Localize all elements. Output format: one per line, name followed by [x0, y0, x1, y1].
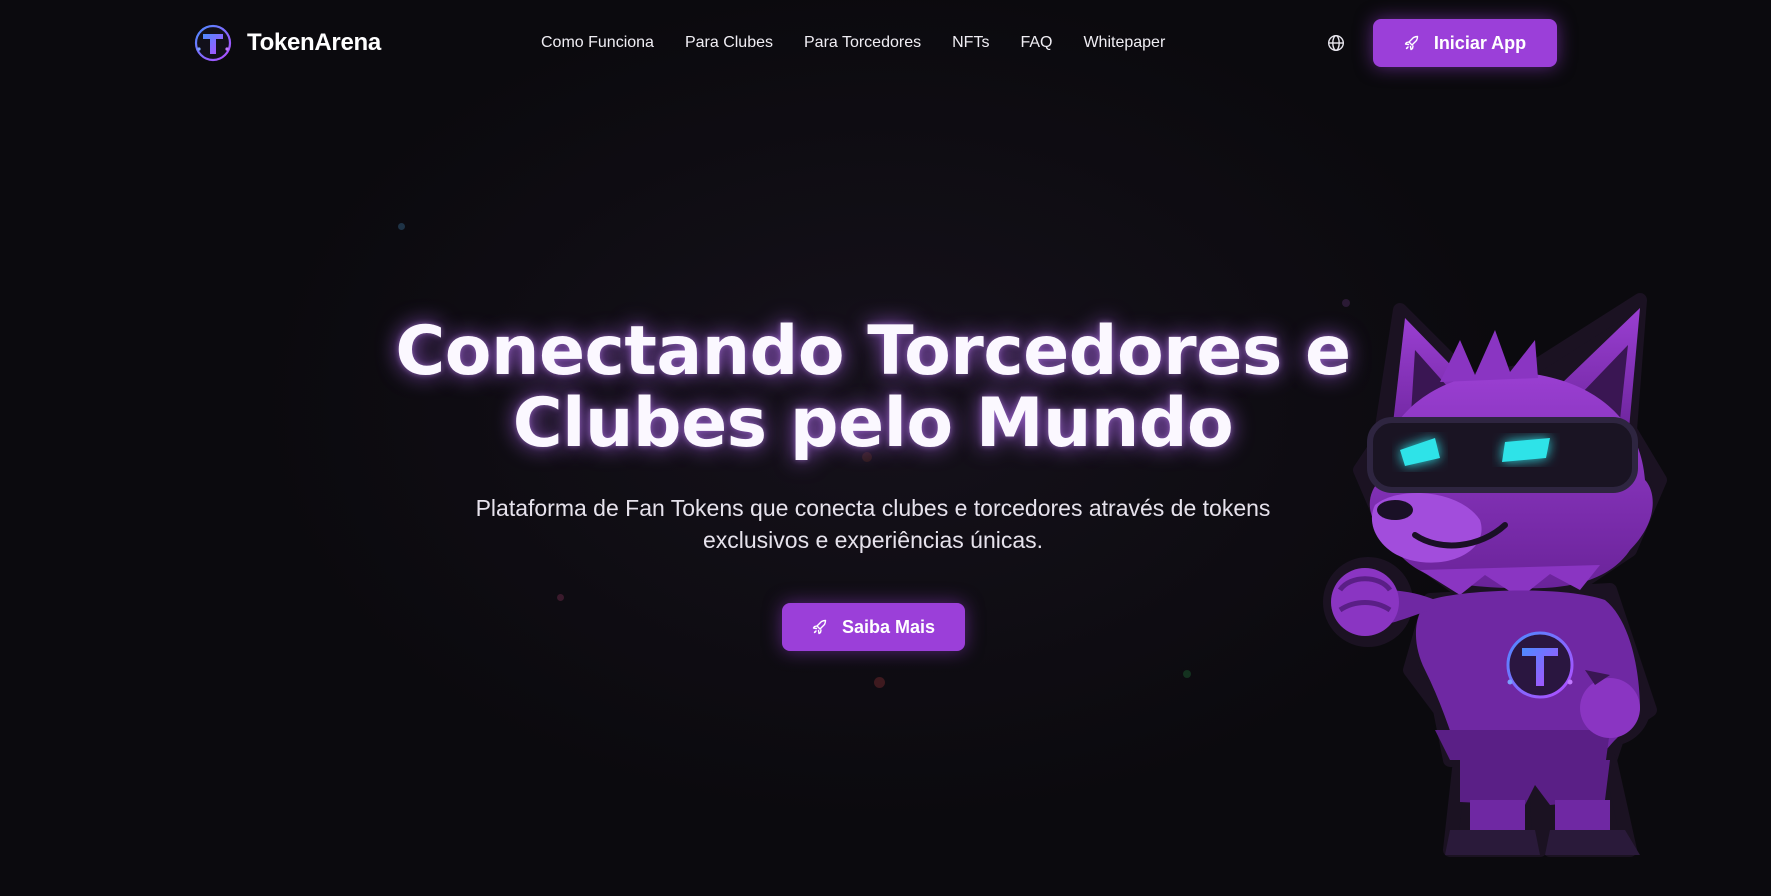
- hero-title: Conectando Torcedores e Clubes pelo Mund…: [373, 316, 1373, 460]
- rocket-icon: [1404, 35, 1419, 51]
- hero-title-line-1: Conectando Torcedores e: [395, 312, 1351, 391]
- rocket-icon: [812, 619, 827, 635]
- nav-item-whitepaper[interactable]: Whitepaper: [1083, 33, 1165, 53]
- nav-item-como-funciona[interactable]: Como Funciona: [541, 33, 654, 53]
- start-app-label: Iniciar App: [1433, 32, 1527, 53]
- wolf-mascot-illustration: [1323, 293, 1667, 857]
- learn-more-button[interactable]: Saiba Mais: [782, 603, 965, 651]
- token-logo-icon: [194, 24, 232, 62]
- site-header: TokenArena Como Funciona Para Clubes Par…: [0, 0, 1771, 86]
- start-app-button[interactable]: Iniciar App: [1373, 19, 1557, 67]
- bg-particle: [398, 223, 405, 230]
- brand-name: TokenArena: [247, 29, 381, 56]
- bg-particle: [874, 677, 885, 688]
- hero-title-line-2: Clubes pelo Mundo: [512, 384, 1234, 463]
- bg-particle: [1183, 670, 1191, 678]
- nav-item-nfts[interactable]: NFTs: [952, 33, 989, 53]
- globe-icon[interactable]: [1327, 34, 1345, 52]
- hero-subtitle-line-2: exclusivos e experiências únicas.: [702, 527, 1044, 553]
- nav-item-para-torcedores[interactable]: Para Torcedores: [804, 33, 921, 53]
- learn-more-label: Saiba Mais: [841, 616, 936, 637]
- landing-page: TokenArena Como Funciona Para Clubes Par…: [0, 0, 1771, 896]
- brand-logo-link[interactable]: TokenArena: [193, 22, 381, 64]
- bg-particle: [557, 594, 564, 601]
- main-nav: Como Funciona Para Clubes Para Torcedore…: [541, 33, 1196, 53]
- nav-item-faq[interactable]: FAQ: [1020, 33, 1052, 53]
- hero-subtitle: Plataforma de Fan Tokens que conecta clu…: [423, 492, 1323, 556]
- nav-item-para-clubes[interactable]: Para Clubes: [685, 33, 773, 53]
- hero-subtitle-line-1: Plataforma de Fan Tokens que conecta clu…: [475, 495, 1271, 521]
